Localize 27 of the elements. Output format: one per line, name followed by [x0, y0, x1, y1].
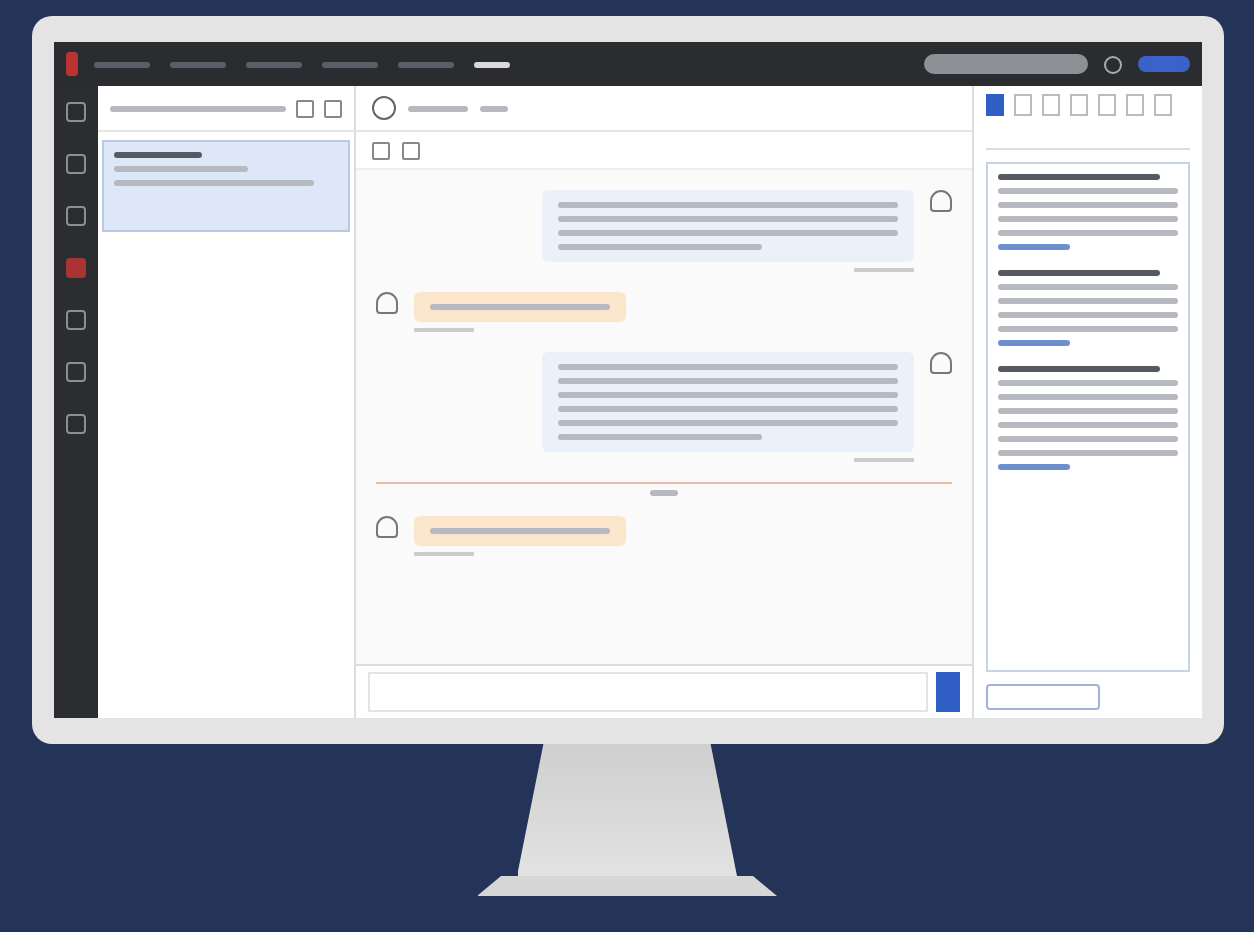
- message-input[interactable]: [367, 672, 927, 712]
- search-field[interactable]: [923, 54, 1087, 74]
- square-icon[interactable]: [323, 99, 341, 117]
- send-button[interactable]: [935, 672, 959, 712]
- blurred-text: [407, 105, 467, 111]
- avatar-icon: [929, 190, 951, 212]
- circle-icon[interactable]: [1103, 55, 1121, 73]
- rail-icon[interactable]: [65, 362, 85, 382]
- status-toggle[interactable]: [1137, 56, 1189, 72]
- rail-icon[interactable]: [65, 414, 85, 434]
- nav-item[interactable]: [473, 61, 509, 67]
- rail-icon[interactable]: [65, 206, 85, 226]
- panel-tab[interactable]: [985, 94, 1003, 116]
- square-icon[interactable]: [401, 141, 419, 159]
- rail-icon[interactable]: [65, 154, 85, 174]
- avatar-icon: [375, 292, 397, 314]
- conversation-item[interactable]: [101, 140, 349, 232]
- rail-icon[interactable]: [65, 102, 85, 122]
- logo-icon: [65, 52, 77, 76]
- avatar-icon: [375, 516, 397, 538]
- rail-icon[interactable]: [65, 258, 85, 278]
- blurred-text: [479, 105, 507, 111]
- rail-icon[interactable]: [65, 310, 85, 330]
- chat-icon: [371, 96, 395, 120]
- square-icon[interactable]: [295, 99, 313, 117]
- blurred-button[interactable]: [985, 684, 1099, 710]
- avatar-icon: [929, 352, 951, 374]
